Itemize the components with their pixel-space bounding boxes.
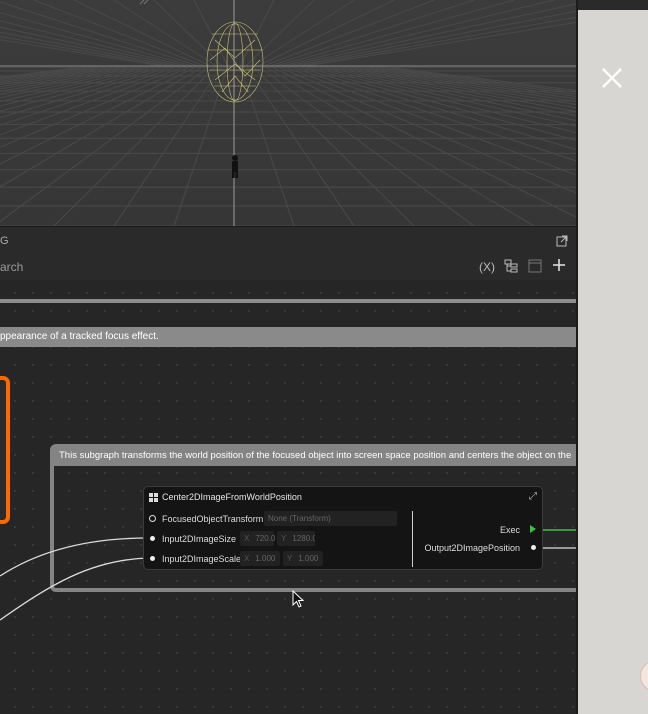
graph-canvas[interactable]: ppearance of a tracked focus effect. Thi… bbox=[0, 280, 576, 714]
input-port-focused-object-transform[interactable]: FocusedObjectTransform None (Transform) bbox=[144, 511, 414, 527]
viewport-grid bbox=[0, 0, 576, 226]
image-scale-x-field[interactable]: X 1.000 bbox=[240, 551, 280, 566]
port-label: FocusedObjectTransform bbox=[162, 514, 264, 524]
output-position-port[interactable] bbox=[531, 545, 536, 550]
center-2d-image-node[interactable]: Center2DImageFromWorldPosition ⤢ Focused… bbox=[143, 486, 543, 570]
add-icon[interactable] bbox=[552, 258, 566, 275]
hierarchy-icon[interactable] bbox=[504, 259, 518, 276]
node-divider bbox=[412, 511, 413, 567]
expand-icon[interactable]: ⤢ bbox=[529, 491, 537, 502]
wire-image-scale bbox=[0, 557, 149, 621]
scene-viewport[interactable] bbox=[0, 0, 576, 226]
panel-icon[interactable] bbox=[528, 259, 542, 276]
port-dot[interactable] bbox=[149, 515, 156, 522]
close-icon[interactable] bbox=[600, 66, 624, 90]
image-size-y-field[interactable]: Y 1280.0 bbox=[277, 531, 315, 546]
avatar bbox=[640, 660, 648, 692]
port-dot[interactable] bbox=[150, 556, 155, 561]
panel-top-bar bbox=[578, 0, 648, 10]
port-label: Input2DImageSize bbox=[162, 534, 237, 544]
transform-field[interactable]: None (Transform) bbox=[264, 511, 397, 526]
node-header[interactable]: Center2DImageFromWorldPosition ⤢ bbox=[144, 487, 542, 507]
output-exec-label: Exec bbox=[499, 525, 520, 535]
port-label: Input2DImageScale bbox=[162, 554, 242, 564]
side-preview-panel bbox=[576, 0, 648, 714]
node-grid-icon bbox=[149, 493, 158, 502]
graph-title: G bbox=[0, 235, 9, 247]
image-size-x-field[interactable]: X 720.0 bbox=[240, 531, 275, 546]
node-title: Center2DImageFromWorldPosition bbox=[162, 492, 302, 502]
graph-editor-header: G (X) bbox=[0, 226, 576, 281]
input-port-image-size[interactable]: Input2DImageSize X 720.0 Y 1280.0 bbox=[144, 531, 414, 547]
mouse-cursor-icon bbox=[292, 590, 305, 608]
input-port-image-scale[interactable]: Input2DImageScale X 1.000 Y 1.000 bbox=[144, 551, 414, 567]
search-input[interactable] bbox=[0, 258, 200, 276]
wire-image-size bbox=[0, 537, 149, 577]
popout-icon[interactable] bbox=[556, 235, 568, 250]
variables-icon[interactable]: (X) bbox=[479, 260, 495, 274]
port-dot[interactable] bbox=[150, 536, 155, 541]
image-scale-y-field[interactable]: Y 1.000 bbox=[283, 551, 323, 566]
output-position-label: Output2DImagePosition bbox=[424, 543, 520, 553]
exec-port-icon[interactable] bbox=[530, 525, 536, 533]
